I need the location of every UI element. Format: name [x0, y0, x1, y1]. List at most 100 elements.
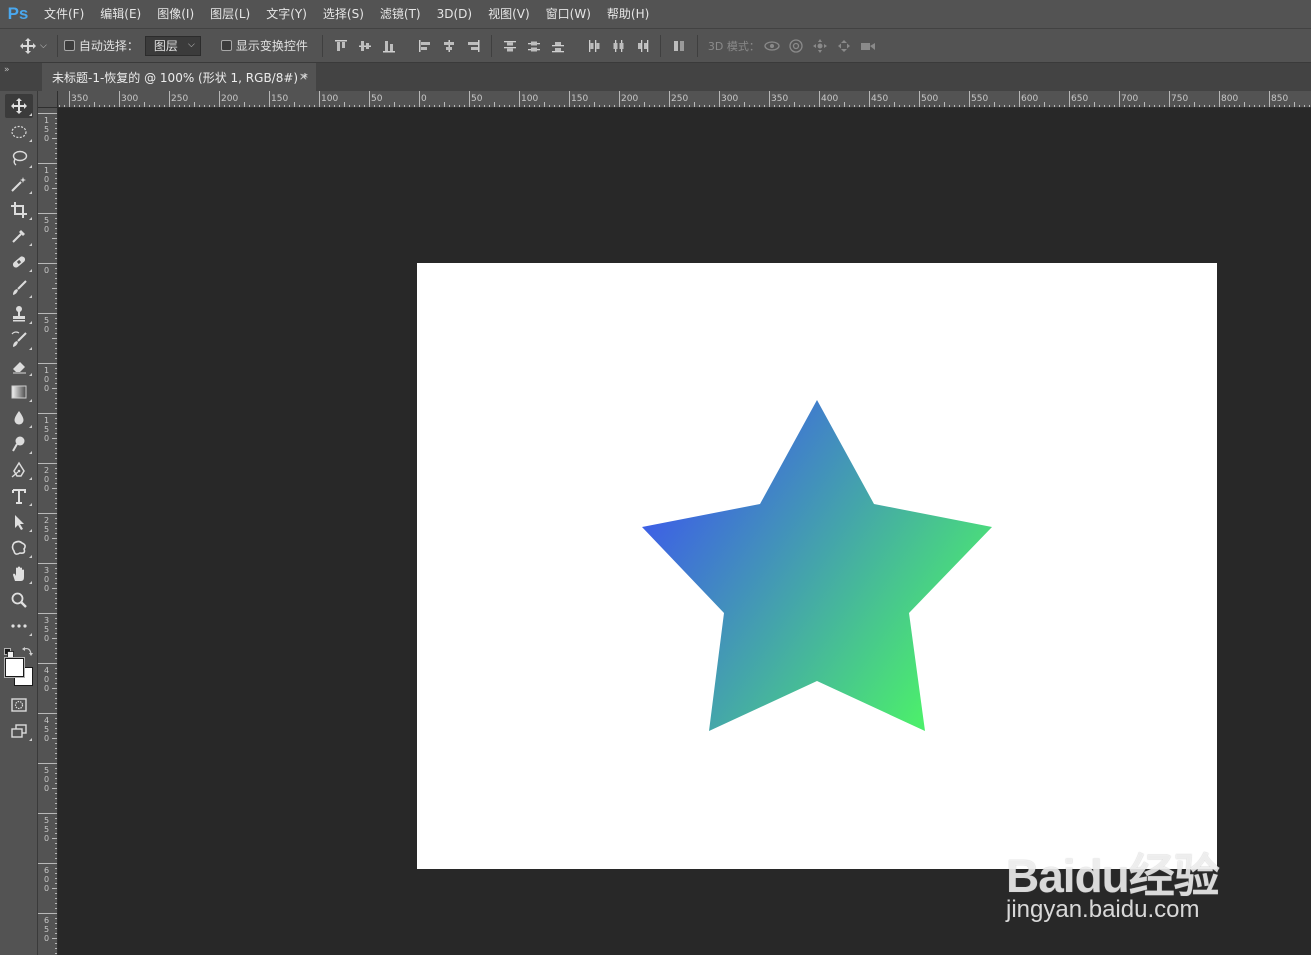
3d-pan-icon[interactable] — [808, 34, 832, 58]
ruler-label: 100 — [321, 94, 339, 104]
brush-icon[interactable] — [5, 276, 33, 300]
3d-scale-camera-icon[interactable] — [856, 34, 880, 58]
align-bottom-icon[interactable] — [377, 34, 401, 58]
distribute-left-icon[interactable] — [582, 34, 606, 58]
pen-icon[interactable] — [5, 458, 33, 482]
menu-edit[interactable]: 编辑(E) — [92, 0, 149, 28]
quick-mask-icon[interactable] — [5, 693, 33, 717]
auto-align-layers-icon[interactable] — [667, 34, 691, 58]
eraser-icon[interactable] — [5, 354, 33, 378]
ruler-label: 250 — [43, 516, 50, 543]
separator — [696, 34, 698, 57]
distribute-top-icon[interactable] — [498, 34, 522, 58]
ruler-label: 550 — [43, 816, 50, 843]
history-brush-icon[interactable] — [5, 328, 33, 352]
align-top-icon[interactable] — [329, 34, 353, 58]
separator — [321, 34, 323, 57]
align-left-icon[interactable] — [413, 34, 437, 58]
menu-3d[interactable]: 3D(D) — [429, 0, 480, 28]
ruler-label: 250 — [171, 94, 189, 104]
ruler-label: 500 — [43, 766, 50, 793]
photoshop-logo: Ps — [7, 4, 29, 23]
ruler-label: 150 — [43, 416, 50, 443]
ruler-label: 300 — [721, 94, 739, 104]
ruler-label: 150 — [43, 116, 50, 143]
star-shape[interactable] — [642, 400, 992, 731]
hand-icon[interactable] — [5, 562, 33, 586]
path-selection-icon[interactable] — [5, 510, 33, 534]
menu-layer[interactable]: 图层(L) — [202, 0, 258, 28]
swap-colors-icon[interactable] — [22, 642, 34, 656]
auto-select-checkbox[interactable] — [63, 40, 75, 51]
ruler-label: 350 — [43, 616, 50, 643]
document-tab[interactable]: 未标题-1-恢复的 @ 100% (形状 1, RGB/8#) * × — [42, 63, 316, 91]
blur-icon[interactable] — [5, 406, 33, 430]
default-colors-icon[interactable] — [4, 643, 14, 658]
elliptical-marquee-icon[interactable] — [5, 120, 33, 144]
menu-image[interactable]: 图像(I) — [149, 0, 202, 28]
ruler-label: 200 — [621, 94, 639, 104]
menu-type[interactable]: 文字(Y) — [258, 0, 315, 28]
ruler-label: 450 — [43, 716, 50, 743]
auto-select-target-value: 图层 — [153, 39, 178, 53]
gradient-icon[interactable] — [5, 380, 33, 404]
menu-filter[interactable]: 滤镜(T) — [372, 0, 429, 28]
magic-wand-icon[interactable] — [5, 172, 33, 196]
menu-bar: Ps 文件(F) 编辑(E) 图像(I) 图层(L) 文字(Y) 选择(S) 滤… — [0, 0, 1311, 28]
menu-view[interactable]: 视图(V) — [480, 0, 538, 28]
show-transform-checkbox[interactable] — [220, 40, 232, 51]
ruler-label: 200 — [43, 466, 50, 493]
distribute-right-icon[interactable] — [630, 34, 654, 58]
ruler-label: 750 — [1171, 94, 1189, 104]
menu-window[interactable]: 窗口(W) — [538, 0, 599, 28]
zoom-icon[interactable] — [5, 588, 33, 612]
align-horizontal-center-icon[interactable] — [437, 34, 461, 58]
ruler-label: 0 — [421, 94, 427, 104]
3d-roll-icon[interactable] — [784, 34, 808, 58]
ruler-origin[interactable] — [38, 91, 58, 108]
menu-select[interactable]: 选择(S) — [315, 0, 372, 28]
menu-help[interactable]: 帮助(H) — [599, 0, 657, 28]
distribute-bottom-icon[interactable] — [546, 34, 570, 58]
ruler-label: 200 — [221, 94, 239, 104]
3d-mode-label: 3D 模式： — [707, 39, 760, 53]
auto-select-target-dropdown[interactable]: 图层 ⌵ — [144, 35, 201, 56]
align-right-icon[interactable] — [461, 34, 485, 58]
screen-mode-icon[interactable] — [5, 719, 33, 743]
auto-select-label: 自动选择： — [78, 39, 139, 53]
healing-brush-icon[interactable] — [5, 250, 33, 274]
collapse-panels-icon[interactable]: » — [4, 65, 10, 75]
crop-icon[interactable] — [5, 198, 33, 222]
vertical-ruler[interactable]: 150 100 50 0 50 100 150 200 250 300 350 400 450 500 55… — [38, 108, 58, 955]
star-shape-layer[interactable] — [417, 263, 1217, 869]
distribute-horizontal-center-icon[interactable] — [606, 34, 630, 58]
chevron-down-icon[interactable]: ⌵ — [40, 41, 47, 51]
lasso-icon[interactable] — [5, 146, 33, 170]
move-tool-icon[interactable] — [5, 94, 33, 118]
3d-slide-icon[interactable] — [832, 34, 856, 58]
menu-file[interactable]: 文件(F) — [36, 0, 92, 28]
ruler-label: 50 — [471, 94, 483, 104]
clone-stamp-icon[interactable] — [5, 302, 33, 326]
horizontal-ruler[interactable]: 350 300 250 200 150 100 50 0 50 100 150 200 250 300 35… — [58, 91, 1311, 108]
toolbox — [0, 91, 38, 955]
tool-preset-move-icon[interactable] — [16, 34, 40, 58]
document-tab-title: 未标题-1-恢复的 @ 100% (形状 1, RGB/8#) * — [52, 70, 308, 85]
more-tools-icon[interactable] — [5, 614, 33, 638]
dodge-icon[interactable] — [5, 432, 33, 456]
ruler-label: 150 — [571, 94, 589, 104]
ruler-label: 50 — [43, 216, 50, 234]
custom-shape-icon[interactable] — [5, 536, 33, 560]
foreground-color-swatch[interactable] — [4, 657, 25, 678]
type-icon[interactable] — [5, 484, 33, 508]
ruler-label: 300 — [43, 566, 50, 593]
distribute-vertical-center-icon[interactable] — [522, 34, 546, 58]
document-canvas[interactable] — [417, 263, 1217, 869]
3d-orbit-icon[interactable] — [760, 34, 784, 58]
align-vertical-center-icon[interactable] — [353, 34, 377, 58]
eyedropper-icon[interactable] — [5, 224, 33, 248]
ruler-label: 800 — [1221, 94, 1239, 104]
ruler-label: 450 — [871, 94, 889, 104]
close-icon[interactable]: × — [299, 70, 308, 83]
show-transform-label: 显示变换控件 — [235, 39, 308, 53]
